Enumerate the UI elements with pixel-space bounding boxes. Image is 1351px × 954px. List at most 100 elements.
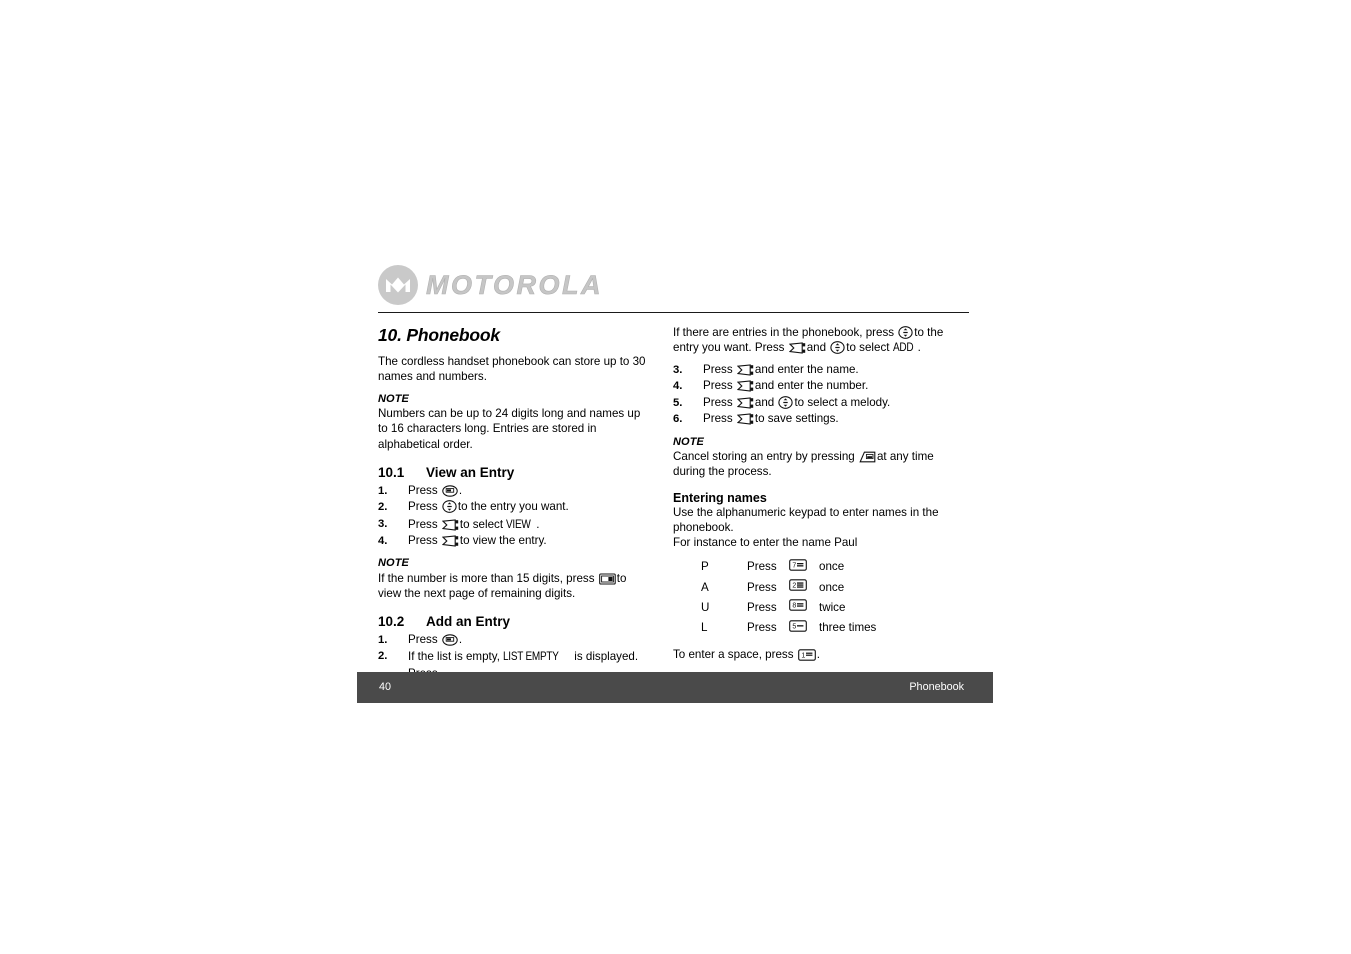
press-label: Press [747,621,777,634]
keypad-2-key-icon: 2 [789,578,819,598]
footer-chapter-title: Phonebook [909,681,964,693]
letter-cell: P [701,560,709,574]
note-label: NOTE [378,557,409,570]
header-divider [378,312,969,313]
keypad-1-key-icon: 1 [797,649,816,661]
step-text-tail: to view the entry. [459,533,547,547]
space-instruction: To enter a space, press 1 . [673,647,952,662]
times-label: three times [819,621,877,634]
left-column: 10. Phonebook The cordless handset phone… [378,325,652,700]
view-entry-steps: 1. Press . 2. Press to the entry you wan… [378,483,652,550]
step-text: Press [703,362,733,376]
list-item: 1. Press . [378,483,652,499]
table-row: P Press 7 once [701,557,876,577]
space-text-a: To enter a space, press [673,648,794,662]
chapter-title: 10. Phonebook [378,325,500,345]
step-text-tail: and enter the name. [754,362,859,376]
press-label: Press [747,600,777,614]
step-number: 3. [673,363,683,376]
nav-updown-key-icon [442,500,457,513]
list-item: 2. Press to the entry you want. [378,499,652,515]
section-title: Add an Entry [426,613,511,629]
brand-wordmark: MOTOROLA [426,269,603,300]
step-number: 1. [378,633,388,646]
brand-header: MOTOROLA [357,265,993,313]
lcd-text-view: VIEW [506,516,531,531]
times-label: twice [819,600,846,614]
step-text: Press [703,412,733,426]
list-item: 3. Press to select VIEW. [378,516,652,533]
times-label: once [819,580,845,594]
table-row: L Press 5 three times [701,618,876,638]
step-text-tail: to select [459,517,504,531]
step-number: 2. [378,501,388,514]
step-number: 5. [673,396,683,409]
subsection-heading-entering-names: Entering names [673,491,767,506]
page-footer: 40 Phonebook [357,672,993,703]
space-text-b: . [816,648,820,662]
cancel-note: Cancel storing an entry by pressing at a… [673,449,952,479]
motorola-batwing-logo-icon [378,265,418,305]
section-number: 10.2 [378,613,405,629]
press-label: Press [747,580,777,594]
letter-cell: L [701,621,708,634]
intro-text-c: and [806,341,827,355]
view-entry-note: If the number is more than 15 digits, pr… [378,571,652,601]
phonebook-key-icon [442,634,458,646]
step-number: 6. [673,413,683,426]
keypad-7-key-icon: 7 [789,557,819,577]
section-title: View an Entry [426,464,515,480]
step-text: Press [408,500,438,514]
keypad-5-key-icon: 5 [789,618,819,638]
note-text-a: If the number is more than 15 digits, pr… [378,571,595,585]
svg-text:5: 5 [792,623,796,630]
list-item: 4. Press and enter the number. [673,378,952,394]
softkey-icon [736,413,754,425]
svg-text:7: 7 [792,562,796,569]
step-text: Press [408,632,438,646]
right-column: If there are entries in the phonebook, p… [673,325,952,701]
step-text: Press [408,533,438,547]
step-period: . [536,517,540,531]
softkey-icon [736,364,754,376]
svg-text:8: 8 [792,603,796,610]
nav-updown-key-icon [830,341,845,354]
softkey-icon [788,342,806,354]
letter-cell: U [701,600,710,614]
table-row: A Press 2 once [701,578,876,598]
step-text: Press [408,483,438,497]
entering-names-line2: For instance to enter the name Paul [673,536,858,550]
list-item: 1. Press . [378,632,652,648]
step-number: 4. [378,534,388,547]
step-text: Press [408,517,438,531]
section-heading-add-entry: 10.2 Add an Entry [378,614,652,629]
step-text-tail: . [458,483,463,497]
step-text: Press [703,379,733,393]
step-text-tail: . [458,632,463,646]
note-text-a: Cancel storing an entry by pressing [673,450,855,464]
intro-period: . [917,341,921,355]
display-key-icon [598,573,616,585]
phonebook-key-icon [442,484,458,497]
press-label: Press [747,560,777,574]
softkey-icon [736,397,754,409]
step-text-tail: to select a melody. [794,395,891,409]
right-column-intro: If there are entries in the phonebook, p… [673,325,952,356]
page-number: 40 [379,681,392,693]
name-entry-table: P Press 7 once A Press 2 once U Press 8 … [701,557,876,638]
letter-cell: A [701,580,709,594]
step-text-tail: and enter the number. [754,379,869,393]
step-number: 4. [673,380,683,393]
step-number: 1. [378,484,388,497]
section-number: 10.1 [378,464,405,480]
softkey-icon [441,518,459,531]
cancel-key-icon [859,451,876,463]
keypad-8-key-icon: 8 [789,598,819,618]
step-number: 2. [378,650,388,663]
step-text-tail: to save settings. [754,412,839,426]
document-page: MOTOROLA 10. Phonebook The cordless hand… [357,265,993,700]
intro-text-a: If there are entries in the phonebook, p… [673,326,895,339]
list-item: 5. Press and to select a melody. [673,395,952,411]
intro-text-d: to select [846,341,890,355]
list-item: 6. Press to save settings. [673,411,952,427]
